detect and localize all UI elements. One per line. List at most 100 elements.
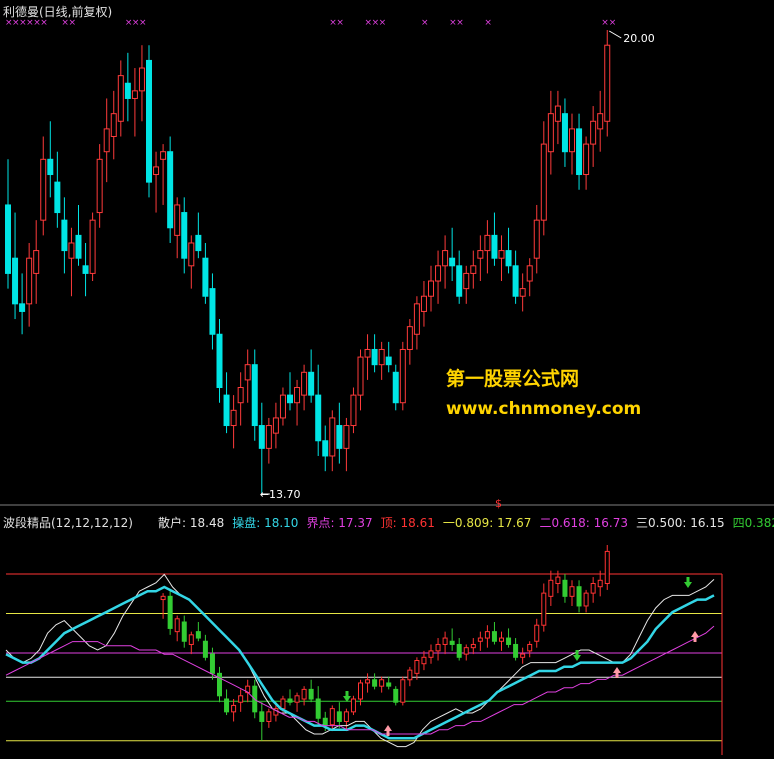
candle-body bbox=[124, 82, 131, 99]
candle-body bbox=[604, 44, 611, 122]
candle-body bbox=[258, 425, 265, 449]
indicator-candle-body bbox=[520, 653, 526, 658]
indicator-candle-body bbox=[407, 669, 413, 681]
candle-body bbox=[117, 75, 124, 122]
indicator-candle-body bbox=[463, 647, 469, 655]
candle-body bbox=[456, 265, 463, 297]
bottom-panel-title: 波段精品(12,12,12,12) bbox=[3, 516, 133, 530]
candle-body bbox=[181, 212, 188, 259]
candle-body bbox=[569, 128, 575, 153]
candle-body bbox=[54, 181, 61, 214]
buy-arrow bbox=[691, 631, 699, 637]
legend-item: 四0.382: 15.58 bbox=[732, 516, 774, 530]
high-pointer bbox=[608, 30, 622, 39]
indicator-candle-body bbox=[597, 579, 603, 588]
indicator-candle-body bbox=[287, 698, 293, 703]
price-candles bbox=[5, 30, 611, 494]
buy-arrow bbox=[384, 725, 392, 731]
indicator-candle-body bbox=[590, 583, 596, 594]
candle-body bbox=[583, 143, 590, 176]
indicator-candle-body bbox=[513, 643, 519, 658]
indicator-candle-body bbox=[534, 624, 540, 642]
candle-body bbox=[413, 303, 420, 335]
candle-body bbox=[188, 242, 195, 267]
indicator-candle-body bbox=[315, 698, 321, 719]
candle-body bbox=[265, 425, 272, 449]
legend-item: 散户: 18.48 bbox=[158, 516, 225, 530]
dollar-mark: $ bbox=[495, 497, 502, 510]
indicator-candle-body bbox=[491, 631, 497, 642]
indicator-candle-body bbox=[400, 679, 406, 703]
candle-body bbox=[512, 265, 519, 297]
candle-body bbox=[343, 425, 350, 449]
cross-mark: × bbox=[421, 18, 429, 28]
candle-body bbox=[146, 59, 152, 183]
candle-body bbox=[378, 348, 385, 366]
candle-body bbox=[167, 151, 174, 229]
indicator-candle-body bbox=[435, 643, 441, 652]
candle-body bbox=[533, 219, 540, 259]
watermark-url: www.chnmoney.com bbox=[446, 399, 642, 419]
indicator-candle-body bbox=[160, 595, 166, 601]
legend-item: 一0.809: 17.67 bbox=[442, 516, 532, 530]
candle-body bbox=[138, 67, 145, 92]
fib-level-lines bbox=[6, 573, 723, 755]
indicator-candle-body bbox=[428, 650, 434, 658]
indicator-candle-body bbox=[224, 698, 230, 713]
candle-body bbox=[26, 257, 33, 305]
sell-arrow bbox=[573, 655, 581, 661]
candle-body bbox=[110, 113, 117, 137]
candle-body bbox=[498, 250, 505, 259]
cross-mark: × bbox=[139, 18, 147, 28]
indicator-candle-body bbox=[470, 643, 476, 649]
indicator-candle-body bbox=[499, 637, 504, 642]
indicator-candle-body bbox=[506, 637, 512, 645]
candle-body bbox=[385, 356, 392, 366]
candle-body bbox=[399, 348, 406, 404]
indicator-candle-body bbox=[301, 688, 307, 700]
indicator-candle-body bbox=[365, 679, 371, 684]
candle-body bbox=[294, 387, 301, 404]
candle-body bbox=[357, 356, 364, 396]
indicator-candle-body bbox=[238, 695, 244, 703]
candle-body bbox=[202, 257, 209, 297]
candle-body bbox=[406, 326, 413, 350]
candle-body bbox=[61, 219, 68, 252]
indicator-candle-body bbox=[576, 586, 582, 607]
candle-body bbox=[597, 113, 604, 130]
legend-item: 二0.618: 16.73 bbox=[539, 516, 629, 530]
candle-body bbox=[301, 371, 308, 396]
candle-body bbox=[33, 250, 40, 274]
candle-body bbox=[96, 158, 103, 214]
buy-arrow bbox=[613, 667, 621, 673]
cross-mark: × bbox=[336, 18, 344, 28]
watermark-title: 第一股票公式网 bbox=[446, 368, 580, 390]
indicator-legend: 散户: 18.48 操盘: 18.10 界点: 17.37 顶: 18.61 一0.80… bbox=[158, 514, 774, 531]
candle-body bbox=[315, 394, 322, 442]
buy-arrow-shaft bbox=[386, 731, 390, 736]
candle-body bbox=[491, 234, 498, 259]
indicator-lines bbox=[5, 573, 715, 748]
candle-body bbox=[272, 417, 279, 434]
sell-arrow-shaft bbox=[575, 650, 579, 655]
indicator-candle-body bbox=[393, 688, 399, 703]
candle-body bbox=[279, 394, 286, 419]
candle-body bbox=[209, 288, 216, 335]
indicator-candle-body bbox=[343, 711, 349, 722]
indicator-candle-body bbox=[548, 579, 554, 597]
indicator-candle-body bbox=[421, 656, 427, 665]
candle-body bbox=[428, 280, 434, 297]
indicator-candle-body bbox=[477, 637, 483, 642]
candle-body bbox=[5, 204, 11, 274]
indicator-candle-body bbox=[358, 682, 363, 700]
candle-body bbox=[561, 113, 568, 153]
indicator-candle-body bbox=[266, 711, 272, 722]
candle-body bbox=[103, 128, 110, 153]
high-label: 20.00 bbox=[623, 32, 655, 45]
candle-body bbox=[526, 265, 533, 282]
candle-body bbox=[392, 371, 399, 404]
chart-canvas: × × × × × × × × × × × × × × × × × × × × ×× 20.00←13.70 bbox=[0, 18, 774, 755]
candle-body bbox=[75, 234, 82, 259]
candle-body bbox=[470, 265, 477, 274]
indicator-candle-body bbox=[527, 643, 533, 652]
